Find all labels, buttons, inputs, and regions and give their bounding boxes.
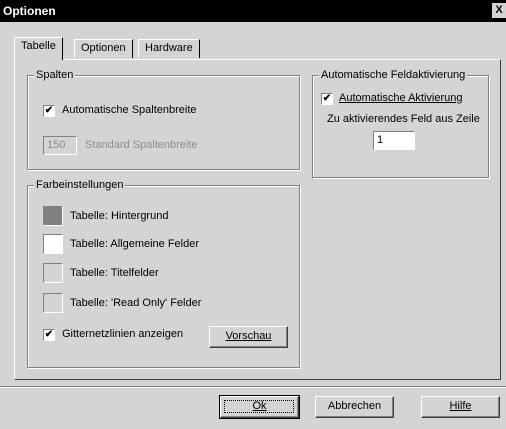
color-swatch-general[interactable] [43,234,63,254]
cancel-button[interactable]: Abbrechen [315,396,394,418]
group-farbeinstellungen: Farbeinstellungen Tabelle: Hintergrund T… [27,179,300,368]
color-swatch-title[interactable] [43,263,63,283]
activation-row-field[interactable]: 1 [373,131,415,150]
gridlines-checkbox[interactable]: ✔ [43,329,55,341]
color-label-general: Tabelle: Allgemeine Felder [70,238,200,250]
group-farbeinstellungen-legend: Farbeinstellungen [34,179,126,191]
group-feldaktivierung: Automatische Feldaktivierung ✔ Automatis… [312,69,489,178]
auto-activation-checkbox[interactable]: ✔ [321,93,333,105]
standard-column-width-label: Standard Spaltenbreite [85,139,198,151]
color-label-readonly: Tabelle: 'Read Only' Felder [70,297,202,309]
auto-column-width-label: Automatische Spaltenbreite [62,104,197,116]
close-icon[interactable]: X [492,3,506,18]
gridlines-label: Gitternetzlinien anzeigen [62,328,184,340]
group-feldaktivierung-legend: Automatische Feldaktivierung [319,69,468,81]
dialog-separator [0,386,506,388]
tab-hardware[interactable]: Hardware [138,39,200,58]
ok-button-focus [224,400,294,413]
preview-button[interactable]: Vorschau [209,326,288,348]
color-label-title: Tabelle: Titelfelder [70,267,159,279]
group-spalten: Spalten ✔ Automatische Spaltenbreite 150… [27,69,300,170]
help-button[interactable]: Hilfe [421,396,500,418]
auto-activation-label: Automatische Aktivierung [339,92,463,104]
window-title: Optionen [3,4,56,18]
title-bar: Optionen X [0,0,506,22]
group-spalten-legend: Spalten [34,69,76,81]
ok-button[interactable]: Ok [219,395,300,419]
tab-optionen[interactable]: Optionen [74,39,133,58]
color-swatch-readonly[interactable] [43,293,63,313]
tab-panel-tabelle: Spalten ✔ Automatische Spaltenbreite 150… [14,59,501,380]
color-swatch-background[interactable] [43,206,63,226]
standard-column-width-field[interactable]: 150 [43,136,77,155]
auto-column-width-checkbox[interactable]: ✔ [43,105,55,117]
tab-tabelle[interactable]: Tabelle [14,37,63,60]
activation-row-label: Zu aktivierendes Feld aus Zeile [327,113,480,125]
color-label-background: Tabelle: Hintergrund [70,210,169,222]
